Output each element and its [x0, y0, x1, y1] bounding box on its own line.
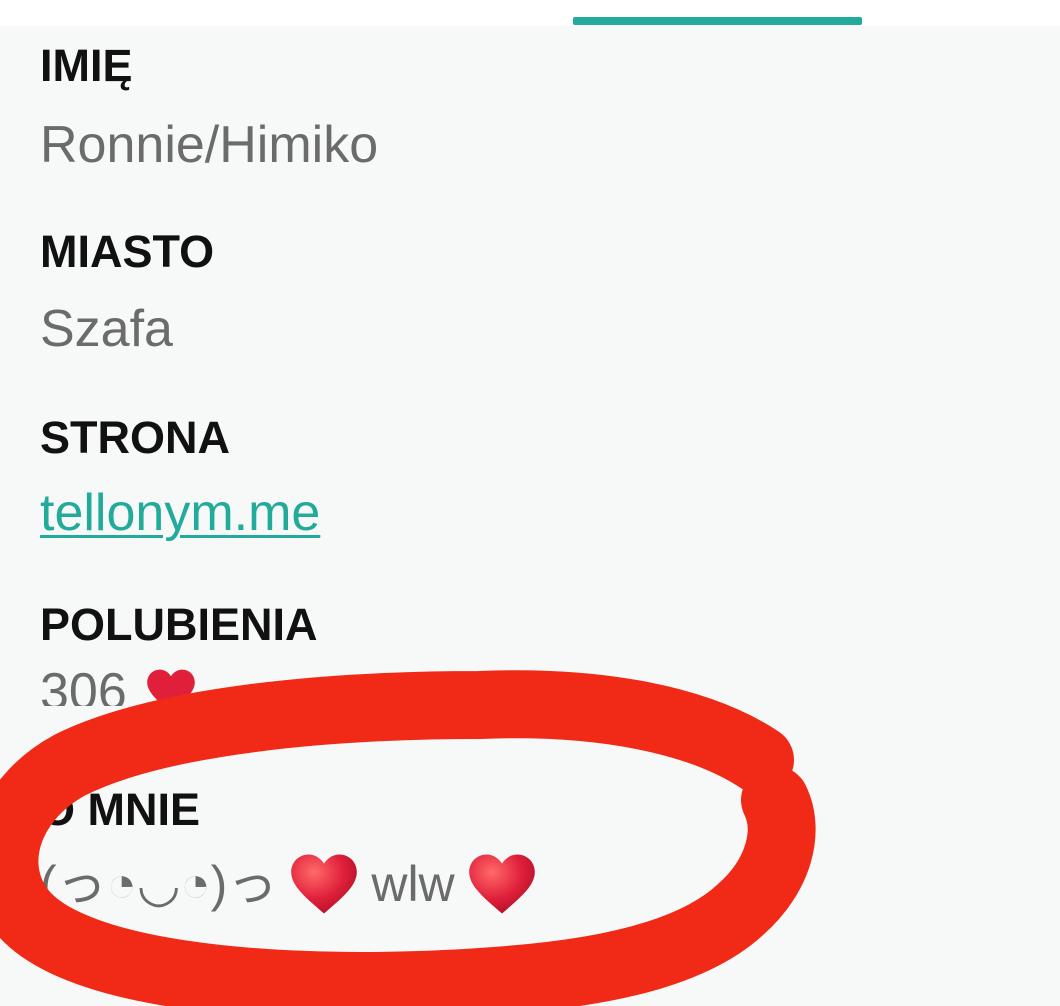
tab-bar	[0, 0, 1060, 26]
heart-icon	[147, 669, 196, 706]
website-label: STRONA	[40, 412, 230, 463]
about-text: wlw	[371, 856, 455, 912]
about-value-row: (っ◔◡◔)っ wlw	[40, 848, 537, 920]
about-kaomoji: (っ◔◡◔)っ	[40, 856, 278, 912]
active-tab-indicator	[573, 17, 862, 25]
website-link[interactable]: tellonym.me	[40, 487, 320, 539]
name-value: Ronnie/Himiko	[40, 116, 379, 174]
heart-icon	[291, 854, 358, 914]
city-value: Szafa	[40, 300, 173, 358]
about-label: O MNIE	[40, 784, 201, 835]
name-label: IMIĘ	[40, 40, 133, 91]
likes-label: POLUBIENIA	[40, 599, 318, 650]
heart-icon	[468, 854, 535, 914]
likes-count: 306	[40, 666, 127, 706]
likes-value-row: 306	[40, 666, 197, 706]
city-label: MIASTO	[40, 226, 215, 277]
